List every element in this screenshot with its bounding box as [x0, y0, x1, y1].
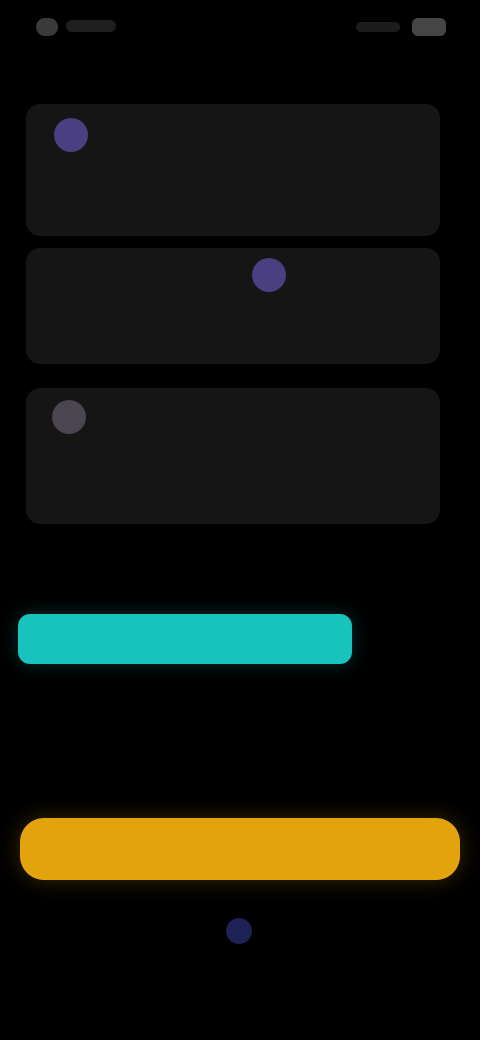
signal-icon — [356, 22, 400, 32]
primary-action-button[interactable] — [20, 818, 460, 880]
message-card-1 — [26, 104, 440, 236]
status-time — [66, 20, 116, 32]
status-icon — [36, 18, 58, 36]
page-indicator — [226, 918, 252, 944]
avatar — [54, 118, 88, 152]
message-card-2-header — [252, 258, 300, 292]
avatar — [252, 258, 286, 292]
battery-icon — [412, 18, 446, 36]
message-card-1-header — [54, 118, 102, 152]
status-bar — [0, 0, 480, 56]
message-card-3 — [26, 388, 440, 524]
teal-banner[interactable] — [18, 614, 352, 664]
message-card-3-header — [52, 400, 100, 434]
message-card-2 — [26, 248, 440, 364]
avatar — [52, 400, 86, 434]
